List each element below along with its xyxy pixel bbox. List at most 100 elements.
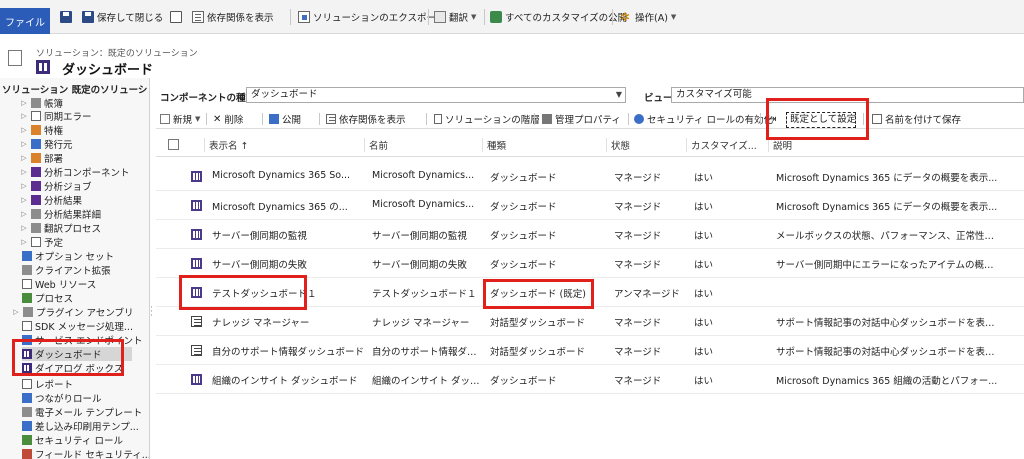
select-all-checkbox[interactable] [168, 139, 179, 150]
publish-all-button[interactable]: すべてのカスタマイズの公開 [490, 8, 627, 26]
export-solution-button[interactable]: ソリューションのエクスポート [298, 8, 446, 26]
cell-type: 対話型ダッシュボード [490, 318, 586, 329]
sidebar-item[interactable]: ▷ 分析結果詳細 [20, 207, 101, 221]
sidebar-item-label: 分析コンポーネント [44, 168, 130, 179]
actions-menu[interactable]: ✲ 操作(A) ▼ [620, 8, 676, 26]
sidebar-item[interactable]: ▷ 同期エラー [20, 109, 92, 123]
grid-show-dependencies-button[interactable]: 依存関係を表示 [326, 112, 406, 126]
table-row[interactable]: サーバー側同期の監視 サーバー側同期の監視 ダッシュボード マネージド はい メールボック… [156, 220, 1024, 249]
expand-arrow-icon: ▷ [21, 99, 27, 107]
sidebar-item[interactable]: ▷ 予定 [20, 235, 63, 249]
cell-state: マネージド [614, 231, 662, 242]
sidebar-item[interactable]: ▷ プラグイン アセンブリ [12, 305, 134, 319]
sidebar-item[interactable]: SDK メッセージ処理... [22, 319, 133, 333]
sidebar-item-label: 翻訳プロセス [44, 224, 102, 235]
managed-properties-button[interactable]: 管理プロパティ [542, 112, 621, 126]
translate-icon [434, 11, 446, 23]
publish-button[interactable]: 公開 [269, 112, 301, 126]
cell-name: Microsoft Dynamics... [372, 170, 475, 181]
column-description[interactable]: 説明 [768, 138, 1000, 152]
show-dependencies-button[interactable]: 依存関係を表示 [192, 8, 274, 26]
table-row[interactable]: 自分のサポート情報ダッシュボード 自分のサポート情報ダッ... 対話型ダッシュボード… [156, 336, 1024, 365]
column-state[interactable]: 状態 [606, 138, 686, 152]
sidebar-item[interactable]: ▷ 特権 [20, 123, 63, 137]
table-row[interactable]: サーバー側同期の失敗 サーバー側同期の失敗 ダッシュボード マネージド はい サーバー側同… [156, 249, 1024, 278]
save-close-icon [82, 11, 94, 23]
cell-type: ダッシュボード [490, 173, 557, 184]
new-button[interactable]: 新規 ▼ [160, 112, 200, 126]
dashboard-icon [191, 171, 202, 182]
sidebar-item[interactable]: つながりロール [22, 391, 102, 405]
sidebar-item[interactable]: ▷ 翻訳プロセス [20, 221, 101, 235]
save-as-button[interactable]: 名前を付けて保存 [872, 112, 961, 126]
sidebar-item[interactable]: クライアント拡張 [22, 263, 111, 277]
sidebar-item[interactable]: ダイアログ ボックス [22, 361, 123, 375]
cell-name: サーバー側同期の監視 [372, 231, 467, 242]
component-icon [31, 139, 41, 149]
cell-name: Microsoft Dynamics... [372, 199, 475, 210]
save-close-label: 保存して閉じる [97, 13, 164, 24]
print-button[interactable] [170, 8, 182, 26]
sidebar-item[interactable]: サービス エンドポイント [22, 333, 143, 347]
file-tab[interactable]: ファイル [0, 8, 50, 34]
column-customizable[interactable]: カスタマイズ... [686, 138, 768, 152]
plugin-icon [23, 307, 33, 317]
translate-button[interactable]: 翻訳 ▼ [434, 8, 476, 26]
sidebar-item[interactable]: ▷ 発行元 [20, 137, 73, 151]
table-row[interactable]: テストダッシュボード１ テストダッシュボード１ ダッシュボード (既定) アンマネージ… [156, 278, 1024, 307]
endpoint-icon [22, 335, 32, 345]
sidebar-item[interactable]: ▷ 分析ジョブ [20, 179, 92, 193]
sidebar-item-dashboard[interactable]: ダッシュボード [22, 347, 132, 361]
sidebar-item[interactable]: オプション セット [22, 249, 114, 263]
ribbon-divider [612, 9, 613, 25]
sidebar-item[interactable]: プロセス [22, 291, 73, 305]
delete-button[interactable]: ✕ 削除 [213, 112, 244, 127]
sidebar-item[interactable]: セキュリティ ロール [22, 433, 123, 447]
column-name[interactable]: 名前 [364, 138, 482, 152]
column-type[interactable]: 種類 [482, 138, 606, 152]
component-icon [31, 237, 41, 247]
dashboard-icon [36, 60, 50, 74]
process-icon [22, 293, 32, 303]
sidebar-item-label: 分析結果 [44, 196, 83, 207]
dashboard-icon [191, 258, 202, 269]
dialog-icon [22, 363, 32, 373]
sidebar-item[interactable]: 差し込み印刷用テンプ... [22, 419, 139, 433]
table-row[interactable]: 組織のインサイト ダッシュボード 組織のインサイト ダッシュ... ダッシュボード マ… [156, 365, 1024, 394]
cell-description: サポート情報記事の対話中心ダッシュボードを表示し... [776, 347, 1002, 358]
sidebar-item[interactable]: 電子メール テンプレート [22, 405, 142, 419]
sidebar-item[interactable]: ▷ 部署 [20, 151, 63, 165]
sidebar-item[interactable]: ▷ 帳簿 [20, 96, 63, 110]
view-value: カスタマイズ可能 [676, 89, 752, 100]
set-default-arrow[interactable]: ⇥ [768, 112, 776, 126]
sidebar-item-label: 特権 [44, 126, 64, 137]
table-row[interactable]: Microsoft Dynamics 365 So... Microsoft Dy… [156, 162, 1024, 191]
save-button[interactable] [60, 8, 72, 26]
solution-layers-button[interactable]: ソリューションの階層 [434, 112, 540, 126]
sidebar-item[interactable]: Web リソース [22, 277, 96, 291]
table-row[interactable]: Microsoft Dynamics 365 の... Microsoft Dyn… [156, 191, 1024, 220]
expand-arrow-icon: ▷ [21, 112, 27, 120]
sidebar-item-label: 予定 [44, 238, 64, 249]
cell-customizable: はい [694, 202, 714, 213]
enable-security-roles-button[interactable]: セキュリティ ロールの有効化 [634, 112, 773, 126]
delete-label: 削除 [224, 115, 244, 126]
component-type-select[interactable]: ダッシュボード ▼ [246, 87, 626, 103]
arrow-right-icon: ⇥ [768, 113, 777, 125]
view-select[interactable]: カスタマイズ可能 [671, 87, 1024, 103]
sidebar-item[interactable]: フィールド セキュリティ... [22, 447, 149, 459]
table-row[interactable]: ナレッジ マネージャー ナレッジ マネージャー 対話型ダッシュボード マネージド はい サ… [156, 307, 1024, 336]
page-title: ダッシュボード [62, 63, 154, 78]
save-close-button[interactable]: 保存して閉じる [82, 8, 163, 26]
properties-icon [542, 114, 552, 124]
sidebar-item[interactable]: レポート [22, 377, 73, 391]
sidebar-item[interactable]: ▷ 分析結果 [20, 193, 82, 207]
expand-arrow-icon: ▷ [21, 210, 27, 218]
set-default-button[interactable]: 既定として設定 [786, 112, 856, 128]
sidebar-item-label: オプション セット [35, 252, 115, 263]
sidebar-item[interactable]: ▷ 分析コンポーネント [20, 165, 130, 179]
cell-display-name: Microsoft Dynamics 365 の... [212, 202, 348, 213]
splitter-grip-icon[interactable]: · · · [150, 304, 153, 321]
save-as-label: 名前を付けて保存 [885, 115, 962, 126]
column-display-name[interactable]: 表示名 ↑ [204, 138, 364, 152]
